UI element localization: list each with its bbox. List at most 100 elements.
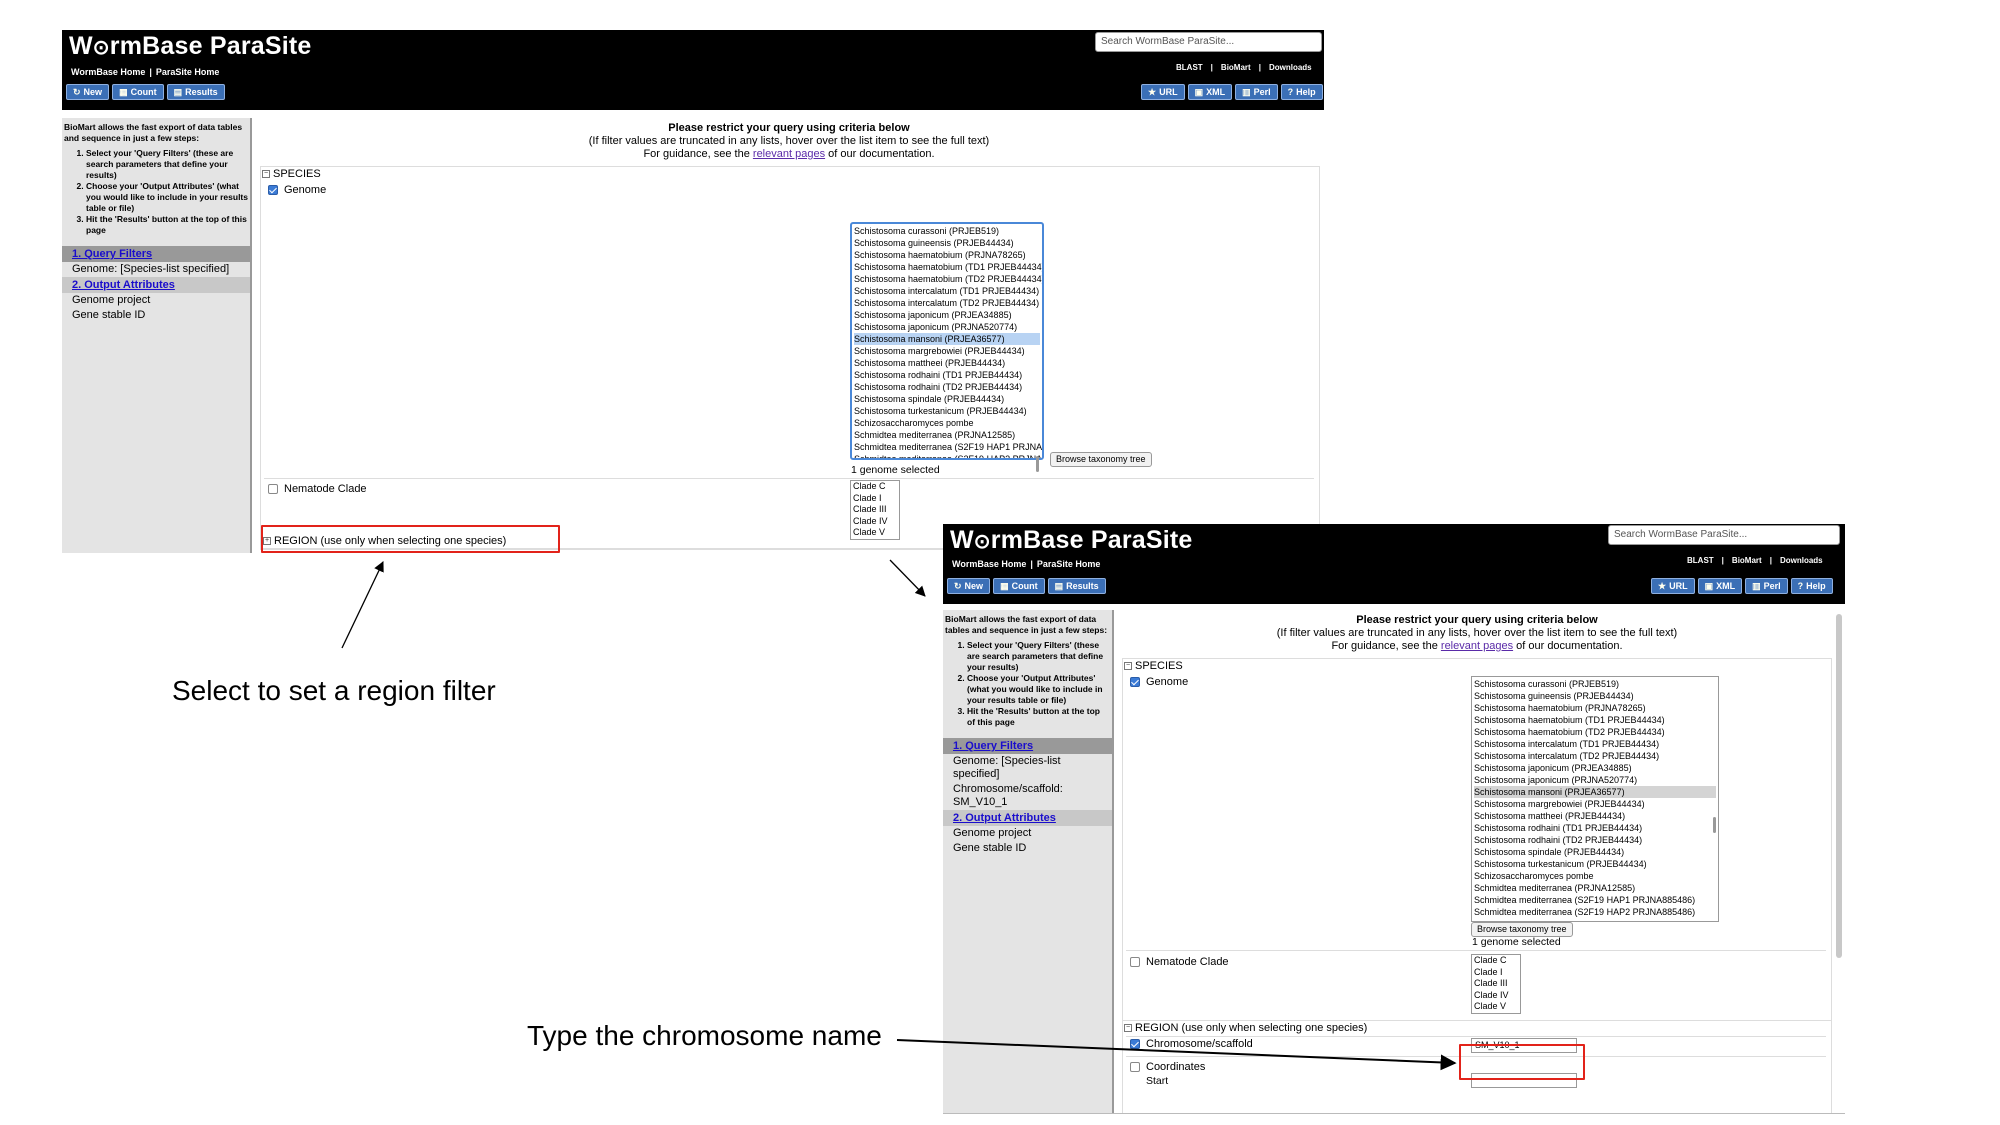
species-option[interactable]: Schistosoma japonicum (PRJEA34885): [1474, 762, 1716, 774]
sidebar-output-attributes[interactable]: 2. Output Attributes: [943, 810, 1112, 826]
clade-option[interactable]: Clade V: [853, 527, 897, 539]
species-option[interactable]: Schistosoma intercalatum (TD2 PRJEB44434…: [1474, 750, 1716, 762]
species-option[interactable]: Schistosoma haematobium (TD2 PRJEB44434): [854, 273, 1042, 285]
species-option[interactable]: Schmidtea mediterranea (PRJNA12585): [1474, 882, 1716, 894]
species-option[interactable]: Schistosoma guineensis (PRJEB44434): [1474, 690, 1716, 702]
biomart-link[interactable]: BioMart: [1221, 63, 1251, 72]
species-option[interactable]: Schistosoma margrebowiei (PRJEB44434): [1474, 798, 1716, 810]
species-list[interactable]: Schistosoma curassoni (PRJEB519) Schistos…: [1471, 676, 1719, 922]
wormbase-parasite-logo[interactable]: W⊙rmBase ParaSite: [950, 526, 1193, 555]
search-input[interactable]: Search WormBase ParaSite...: [1095, 32, 1322, 52]
new-button[interactable]: ↻ New: [947, 578, 991, 594]
wormbase-parasite-logo[interactable]: W⊙rmBase ParaSite: [69, 32, 312, 61]
species-option[interactable]: Schmidtea mediterranea (PRJNA12585): [854, 429, 1040, 441]
new-button[interactable]: ↻ New: [66, 84, 110, 100]
blast-link[interactable]: BLAST: [1687, 556, 1714, 565]
sidebar-query-filters[interactable]: 1. Query Filters: [62, 246, 250, 262]
species-option[interactable]: Schistosoma mattheei (PRJEB44434): [854, 357, 1040, 369]
species-option[interactable]: Schistosoma guineensis (PRJEB44434): [854, 237, 1040, 249]
biomart-link[interactable]: BioMart: [1732, 556, 1762, 565]
species-option[interactable]: Schistosoma japonicum (PRJNA520774): [1474, 774, 1716, 786]
species-option[interactable]: Schistosoma mattheei (PRJEB44434): [1474, 810, 1716, 822]
species-option[interactable]: Schmidtea mediterranea (S2F19 HAP2 PRJNA…: [1474, 906, 1716, 918]
clade-list[interactable]: Clade C Clade I Clade III Clade IV Clade V: [1471, 954, 1521, 1014]
species-option[interactable]: Schizosaccharomyces pombe: [854, 417, 1040, 429]
coordinates-checkbox[interactable]: [1130, 1062, 1140, 1072]
species-option-selected[interactable]: Schistosoma mansoni (PRJEA36577): [1474, 786, 1716, 798]
species-section-header[interactable]: − SPECIES: [1124, 660, 1183, 672]
page-scrollbar[interactable]: [1836, 614, 1842, 958]
help-button[interactable]: ? Help: [1280, 84, 1323, 100]
xml-button[interactable]: ▣ XML: [1697, 578, 1743, 594]
species-option[interactable]: Schistosoma turkestanicum (PRJEB44434): [854, 405, 1040, 417]
species-option[interactable]: Schistosoma haematobium (PRJNA78265): [854, 249, 1040, 261]
species-option[interactable]: Schmidtea mediterranea (S2F19 HAP2 PRJNA…: [854, 453, 1042, 458]
species-option[interactable]: Schistosoma margrebowiei (PRJEB44434): [854, 345, 1040, 357]
species-option[interactable]: Schistosoma spindale (PRJEB44434): [854, 393, 1040, 405]
species-option[interactable]: Schistosoma intercalatum (TD2 PRJEB44434…: [854, 297, 1040, 309]
perl-button[interactable]: ▥ Perl: [1745, 578, 1788, 594]
perl-button[interactable]: ▥ Perl: [1235, 84, 1278, 100]
search-input[interactable]: Search WormBase ParaSite...: [1608, 525, 1840, 545]
url-button[interactable]: ★ URL: [1141, 84, 1185, 100]
species-option[interactable]: Schistosoma spindale (PRJEB44434): [1474, 846, 1716, 858]
nematode-clade-checkbox[interactable]: [268, 484, 278, 494]
results-button[interactable]: ▤ Results: [166, 84, 225, 100]
species-option[interactable]: Schistosoma haematobium (TD1 PRJEB44434): [854, 261, 1042, 273]
browse-taxonomy-button[interactable]: Browse taxonomy tree: [1050, 452, 1152, 467]
chromosome-checkbox[interactable]: [1130, 1039, 1140, 1049]
species-option[interactable]: Schistosoma curassoni (PRJEB519): [1474, 678, 1716, 690]
species-list[interactable]: Schistosoma curassoni (PRJEB519) Schistos…: [850, 222, 1044, 460]
species-option[interactable]: Schizosaccharomyces pombe: [1474, 870, 1716, 882]
species-option[interactable]: Schistosoma rodhaini (TD1 PRJEB44434): [854, 369, 1040, 381]
count-button[interactable]: ▦ Count: [993, 578, 1045, 594]
genome-checkbox[interactable]: [268, 185, 278, 195]
url-button[interactable]: ★ URL: [1651, 578, 1695, 594]
species-option[interactable]: Schistosoma haematobium (PRJNA78265): [1474, 702, 1716, 714]
clade-option[interactable]: Clade I: [853, 493, 897, 505]
species-option[interactable]: Schistosoma intercalatum (TD1 PRJEB44434…: [854, 285, 1040, 297]
species-option[interactable]: Schistosoma haematobium (TD1 PRJEB44434): [1474, 714, 1716, 726]
wormbase-home-link[interactable]: WormBase Home: [71, 67, 145, 77]
count-button[interactable]: ▦ Count: [112, 84, 164, 100]
clade-option[interactable]: Clade C: [1474, 955, 1518, 967]
clade-option[interactable]: Clade IV: [1474, 990, 1518, 1002]
clade-option[interactable]: Clade V: [1474, 1001, 1518, 1013]
sidebar-output-attributes[interactable]: 2. Output Attributes: [62, 277, 250, 293]
parasite-home-link[interactable]: ParaSite Home: [156, 67, 220, 77]
parasite-home-link[interactable]: ParaSite Home: [1037, 559, 1101, 569]
clade-option[interactable]: Clade IV: [853, 516, 897, 528]
clade-option[interactable]: Clade C: [853, 481, 897, 493]
species-option-selected[interactable]: Schistosoma mansoni (PRJEA36577): [854, 333, 1040, 345]
downloads-link[interactable]: Downloads: [1780, 556, 1823, 565]
species-option[interactable]: Schistosoma japonicum (PRJNA520774): [854, 321, 1040, 333]
downloads-link[interactable]: Downloads: [1269, 63, 1312, 72]
species-option[interactable]: Schmidtea mediterranea (S2F19 HAP1 PRJNA…: [1474, 894, 1716, 906]
xml-button[interactable]: ▣ XML: [1187, 84, 1233, 100]
results-button[interactable]: ▤ Results: [1047, 578, 1106, 594]
clade-option[interactable]: Clade III: [853, 504, 897, 516]
sidebar-query-filters[interactable]: 1. Query Filters: [943, 738, 1112, 754]
species-option[interactable]: Schistosoma rodhaini (TD2 PRJEB44434): [1474, 834, 1716, 846]
species-option[interactable]: Schmidtea mediterranea (S2F19 HAP1 PRJNA…: [854, 441, 1042, 453]
species-list-scrollbar[interactable]: [1036, 456, 1039, 472]
clade-list[interactable]: Clade C Clade I Clade III Clade IV Clade V: [850, 480, 900, 540]
relevant-pages-link[interactable]: relevant pages: [753, 148, 825, 160]
genome-checkbox[interactable]: [1130, 677, 1140, 687]
help-button[interactable]: ? Help: [1790, 578, 1833, 594]
species-option[interactable]: Schistosoma rodhaini (TD2 PRJEB44434): [854, 381, 1040, 393]
species-option[interactable]: Schistosoma japonicum (PRJEA34885): [854, 309, 1040, 321]
species-option[interactable]: Schistosoma curassoni (PRJEB519): [854, 225, 1040, 237]
clade-option[interactable]: Clade III: [1474, 978, 1518, 990]
relevant-pages-link[interactable]: relevant pages: [1441, 640, 1513, 652]
region-section-header[interactable]: − REGION (use only when selecting one spe…: [1124, 1022, 1367, 1034]
species-option[interactable]: Schistosoma rodhaini (TD1 PRJEB44434): [1474, 822, 1716, 834]
species-section-header[interactable]: − SPECIES: [262, 168, 321, 180]
browse-taxonomy-button[interactable]: Browse taxonomy tree: [1471, 922, 1573, 937]
species-list-scrollbar[interactable]: [1713, 817, 1716, 833]
wormbase-home-link[interactable]: WormBase Home: [952, 559, 1026, 569]
species-option[interactable]: Schistosoma turkestanicum (PRJEB44434): [1474, 858, 1716, 870]
species-option[interactable]: Schistosoma haematobium (TD2 PRJEB44434): [1474, 726, 1716, 738]
blast-link[interactable]: BLAST: [1176, 63, 1203, 72]
nematode-clade-checkbox[interactable]: [1130, 957, 1140, 967]
